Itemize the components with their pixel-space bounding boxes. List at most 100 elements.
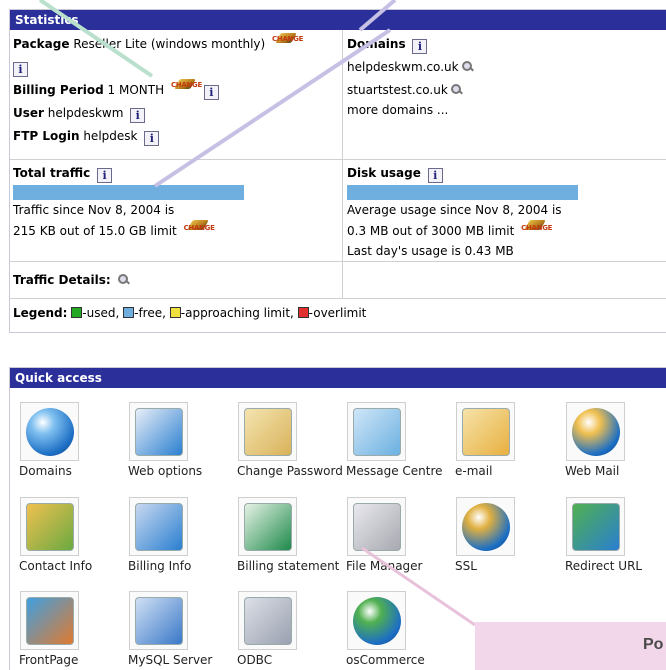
key-icon[interactable] bbox=[238, 402, 297, 461]
legend-approaching-swatch bbox=[169, 307, 181, 318]
account-row: Package Reseller Lite (windows monthly) … bbox=[10, 30, 666, 159]
icon-glyph bbox=[26, 408, 74, 456]
quick-access-label[interactable]: Web Mail bbox=[565, 464, 666, 479]
billing-info-icon[interactable] bbox=[129, 497, 188, 556]
legend-approaching-text: -approaching limit, bbox=[180, 306, 294, 320]
mysql-icon[interactable] bbox=[129, 591, 188, 650]
quick-access-label[interactable]: Billing statement bbox=[237, 559, 345, 574]
quick-access-label[interactable]: Redirect URL bbox=[565, 559, 666, 574]
file-manager-icon[interactable] bbox=[347, 497, 406, 556]
contact-icon[interactable] bbox=[20, 497, 79, 556]
domains-cell: Domains i helpdeskwm.co.uk stuartstest.c… bbox=[344, 30, 666, 159]
package-info-icon[interactable]: i bbox=[13, 62, 28, 77]
quick-access-label[interactable]: Domains bbox=[19, 464, 127, 479]
quick-access-item[interactable]: SSL bbox=[455, 494, 563, 590]
traffic-details-magnifier-icon[interactable] bbox=[117, 274, 129, 285]
icon-glyph bbox=[135, 503, 183, 551]
icon-glyph bbox=[572, 408, 620, 456]
quick-access-label[interactable]: Message Centre bbox=[346, 464, 454, 479]
globe-icon[interactable] bbox=[20, 402, 79, 461]
billing-period-value: 1 MONTH bbox=[107, 83, 165, 97]
quick-access-item[interactable]: Redirect URL bbox=[565, 494, 666, 590]
billing-period-info-icon[interactable]: i bbox=[203, 85, 219, 100]
quick-access-item[interactable]: e-mail bbox=[455, 399, 563, 495]
change-billing-period-button[interactable]: CHANGE bbox=[171, 79, 202, 97]
disk-cell: Disk usage i Average usage since Nov 8, … bbox=[344, 160, 666, 261]
legend-used-swatch bbox=[71, 307, 83, 318]
quick-access-item[interactable]: osCommerce bbox=[346, 588, 454, 670]
quick-access-label[interactable]: osCommerce bbox=[346, 653, 454, 668]
quick-access-item[interactable]: ODBC bbox=[237, 588, 345, 670]
magnifier-icon[interactable] bbox=[450, 84, 462, 95]
quick-access-label[interactable]: Change Password bbox=[237, 464, 345, 479]
package-value: Reseller Lite (windows monthly) bbox=[73, 37, 266, 51]
traffic-since-text: Traffic since Nov 8, 2004 is bbox=[13, 203, 175, 217]
webmail-icon[interactable] bbox=[566, 402, 625, 461]
domains-info-icon[interactable]: i bbox=[412, 39, 428, 54]
quick-access-item[interactable]: Contact Info bbox=[19, 494, 127, 590]
disk-since-text: Average usage since Nov 8, 2004 is bbox=[347, 203, 562, 217]
domain-link[interactable]: stuartstest.co.uk bbox=[347, 83, 448, 97]
package-label: Package bbox=[13, 37, 70, 51]
more-domains-link[interactable]: more domains ... bbox=[347, 102, 666, 119]
change-package-button[interactable]: CHANGE bbox=[272, 33, 303, 51]
icon-glyph bbox=[572, 503, 620, 551]
ftp-login-label: FTP Login bbox=[13, 129, 80, 143]
icon-glyph bbox=[26, 597, 74, 645]
web-options-icon[interactable] bbox=[129, 402, 188, 461]
quick-access-item[interactable]: Billing statement bbox=[237, 494, 345, 590]
statistics-panel: Statistics Package Reseller Lite (window… bbox=[9, 9, 666, 333]
traffic-usage-text: 215 KB out of 15.0 GB limit bbox=[13, 224, 177, 238]
odbc-icon[interactable] bbox=[238, 591, 297, 650]
disk-info-icon[interactable]: i bbox=[427, 168, 443, 183]
total-traffic-label: Total traffic bbox=[13, 166, 91, 180]
ftp-login-info-icon[interactable]: i bbox=[144, 131, 160, 146]
redirect-icon[interactable] bbox=[566, 497, 625, 556]
legend-free-swatch bbox=[123, 307, 135, 318]
ssl-icon[interactable] bbox=[456, 497, 515, 556]
quick-access-item[interactable]: Billing Info bbox=[128, 494, 236, 590]
user-label: User bbox=[13, 106, 44, 120]
quick-access-item[interactable]: Domains bbox=[19, 399, 127, 495]
quick-access-label[interactable]: Contact Info bbox=[19, 559, 127, 574]
magnifier-icon[interactable] bbox=[461, 61, 473, 72]
traffic-info-icon[interactable]: i bbox=[97, 168, 113, 183]
quick-access-item[interactable]: Change Password bbox=[237, 399, 345, 495]
legend: Legend: -used, -free, -approaching limit… bbox=[10, 299, 666, 334]
quick-access-label[interactable]: Web options bbox=[128, 464, 236, 479]
disk-usage-text: 0.3 MB out of 3000 MB limit bbox=[347, 224, 515, 238]
quick-access-item[interactable]: Web options bbox=[128, 399, 236, 495]
domain-link[interactable]: helpdeskwm.co.uk bbox=[347, 60, 459, 74]
quick-access-label[interactable]: e-mail bbox=[455, 464, 563, 479]
quick-access-item[interactable]: Message Centre bbox=[346, 399, 454, 495]
email-icon[interactable] bbox=[456, 402, 515, 461]
quick-access-label[interactable]: SSL bbox=[455, 559, 563, 574]
quick-access-label[interactable]: File Manager bbox=[346, 559, 454, 574]
traffic-details-label: Traffic Details: bbox=[13, 273, 111, 287]
change-disk-button[interactable]: CHANGE bbox=[521, 220, 552, 238]
quick-access-label[interactable]: FrontPage bbox=[19, 653, 127, 668]
quick-access-item[interactable]: FrontPage bbox=[19, 588, 127, 670]
domain-item[interactable]: helpdeskwm.co.uk bbox=[347, 56, 666, 79]
domain-item[interactable]: stuartstest.co.uk bbox=[347, 79, 666, 102]
icon-glyph bbox=[244, 503, 292, 551]
user-info-icon[interactable]: i bbox=[130, 108, 146, 123]
quick-access-label[interactable]: MySQL Server bbox=[128, 653, 236, 668]
icon-glyph bbox=[462, 503, 510, 551]
billing-statement-icon[interactable] bbox=[238, 497, 297, 556]
quick-access-item[interactable]: File Manager bbox=[346, 494, 454, 590]
usage-row: Total traffic i Traffic since Nov 8, 200… bbox=[10, 159, 666, 261]
disk-usage-label: Disk usage bbox=[347, 166, 421, 180]
quick-access-item[interactable]: Web Mail bbox=[565, 399, 666, 495]
folder-icon[interactable] bbox=[347, 402, 406, 461]
quick-access-item[interactable]: MySQL Server bbox=[128, 588, 236, 670]
legend-row: Legend: -used, -free, -approaching limit… bbox=[10, 298, 666, 334]
traffic-cell: Total traffic i Traffic since Nov 8, 200… bbox=[10, 160, 343, 261]
icon-glyph bbox=[353, 408, 401, 456]
quick-access-label[interactable]: Billing Info bbox=[128, 559, 236, 574]
frontpage-icon[interactable] bbox=[20, 591, 79, 650]
oscommerce-icon[interactable] bbox=[347, 591, 406, 650]
billing-period-label: Billing Period bbox=[13, 83, 104, 97]
change-traffic-button[interactable]: CHANGE bbox=[184, 220, 215, 238]
quick-access-label[interactable]: ODBC bbox=[237, 653, 345, 668]
